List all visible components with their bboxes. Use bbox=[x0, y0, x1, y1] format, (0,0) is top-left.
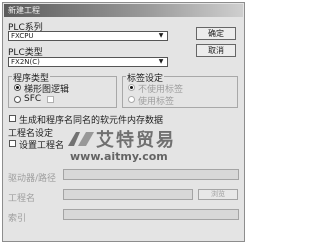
set-project-name-checkbox[interactable] bbox=[9, 140, 16, 147]
plc-series-value: FXCPU bbox=[11, 32, 34, 40]
project-name-field[interactable] bbox=[63, 189, 193, 200]
window-title: 新建工程 bbox=[8, 6, 40, 15]
new-project-dialog: 新建工程 PLC系列 FXCPU ▼ PLC类型 FX2N(C) ▼ 确定 取消… bbox=[2, 2, 245, 242]
index-label: 索引 bbox=[8, 214, 27, 224]
tag-settings-group: 标签设定 不使用标签 使用标签 bbox=[122, 71, 238, 108]
cancel-button[interactable]: 取消 bbox=[196, 44, 236, 57]
set-project-name-label: 设置工程名 bbox=[19, 141, 65, 151]
use-tag-radio[interactable] bbox=[128, 96, 135, 103]
ok-button[interactable]: 确定 bbox=[196, 27, 236, 40]
chevron-down-icon: ▼ bbox=[158, 58, 164, 65]
browse-button[interactable]: 浏览 bbox=[198, 189, 238, 200]
generate-devmem-label: 生成和程序名同名的软元件内存数据 bbox=[19, 116, 164, 126]
watermark-url: www.aitmy.com bbox=[70, 150, 168, 163]
title-bar: 新建工程 bbox=[4, 4, 243, 17]
plc-series-select[interactable]: FXCPU ▼ bbox=[8, 31, 168, 41]
use-tag-label: 使用标签 bbox=[138, 97, 175, 107]
plc-type-value: FX2N(C) bbox=[11, 58, 40, 66]
program-type-group: 程序类型 梯形图逻辑 SFC bbox=[8, 71, 117, 108]
sfc-radio[interactable] bbox=[14, 96, 21, 103]
project-name-label: 工程名 bbox=[8, 194, 36, 204]
drive-path-field[interactable] bbox=[63, 169, 239, 180]
watermark-title: 艾特贸易 bbox=[96, 130, 176, 151]
index-field[interactable] bbox=[63, 209, 239, 220]
chevron-down-icon: ▼ bbox=[158, 32, 164, 39]
watermark-logo-icon bbox=[68, 132, 94, 146]
drive-path-label: 驱动器/路径 bbox=[8, 174, 57, 184]
no-tag-radio[interactable] bbox=[128, 84, 135, 91]
mel-sap-check bbox=[47, 96, 54, 103]
plc-type-select[interactable]: FX2N(C) ▼ bbox=[8, 57, 168, 67]
ladder-radio[interactable] bbox=[14, 84, 21, 91]
generate-devmem-checkbox[interactable] bbox=[9, 115, 16, 122]
sfc-label: SFC bbox=[24, 94, 42, 104]
